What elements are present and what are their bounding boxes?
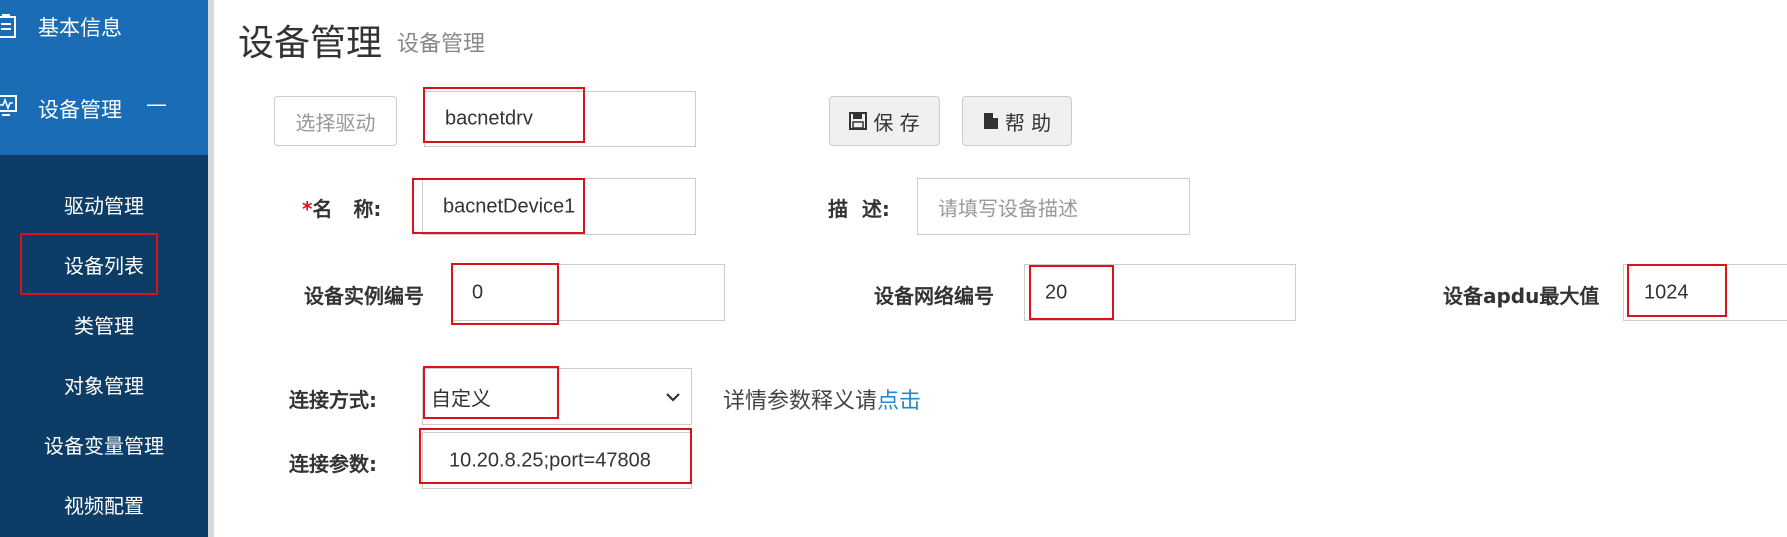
sidebar: 基本信息 设备管理 — 驱动管理 设备列表 类管理 对象管理 设备变量管理 视频…	[0, 0, 208, 537]
driver-input[interactable]: bacnetdrv	[424, 91, 696, 147]
sidebar-item-label: 驱动管理	[64, 194, 144, 218]
driver-value: bacnetdrv	[445, 107, 533, 130]
monitor-icon	[0, 95, 17, 116]
sidebar-item-label: 设备变量管理	[44, 434, 164, 458]
name-label-text: 名 称:	[312, 197, 382, 221]
sidebar-item-basic-info[interactable]: 基本信息	[0, 6, 208, 46]
help-button[interactable]: 帮 助	[962, 96, 1072, 146]
clipboard-icon	[0, 14, 16, 38]
description-input[interactable]: 请填写设备描述	[917, 178, 1190, 235]
instance-number-label: 设备实例编号	[304, 284, 424, 308]
name-label: *名 称:	[302, 193, 381, 222]
connection-type-label: 连接方式:	[289, 388, 377, 412]
file-icon	[983, 113, 998, 129]
sidebar-item-variable-management[interactable]: 设备变量管理	[0, 430, 208, 459]
save-button[interactable]: 保 存	[829, 96, 940, 146]
required-marker: *	[302, 197, 313, 221]
select-driver-button[interactable]: 选择驱动	[274, 96, 397, 146]
description-placeholder: 请填写设备描述	[938, 198, 1078, 220]
network-number-value: 20	[1045, 281, 1068, 303]
sidebar-item-device-management[interactable]: 设备管理 —	[0, 84, 208, 128]
connection-type-select[interactable]: 自定义	[422, 368, 692, 425]
apdu-max-label: 设备apdu最大值	[1443, 284, 1600, 308]
save-label: 保 存	[873, 110, 920, 135]
sidebar-item-device-list[interactable]: 设备列表	[0, 250, 208, 279]
detail-link[interactable]: 点击	[877, 389, 921, 414]
page-subtitle: 设备管理	[397, 32, 486, 57]
connection-type-value: 自定义	[431, 388, 491, 410]
sidebar-item-driver-management[interactable]: 驱动管理	[0, 190, 208, 219]
apdu-max-value: 1024	[1644, 281, 1689, 303]
detail-hint: 详情参数释义请点击	[723, 383, 921, 415]
connection-param-input[interactable]: 10.20.8.25;port=47808	[422, 432, 692, 489]
sidebar-item-class-management[interactable]: 类管理	[0, 310, 208, 339]
description-label: 描 述:	[828, 197, 890, 221]
instance-number-input[interactable]: 0	[451, 264, 725, 321]
apdu-max-input[interactable]: 1024	[1623, 264, 1787, 321]
sidebar-item-label: 设备列表	[64, 254, 144, 278]
sidebar-item-label: 基本信息	[38, 16, 122, 40]
save-icon	[849, 112, 868, 130]
sidebar-item-label: 视频配置	[64, 494, 144, 518]
sidebar-item-label: 类管理	[74, 314, 134, 338]
detail-hint-text: 详情参数释义请	[723, 389, 878, 414]
connection-param-value: 10.20.8.25;port=47808	[449, 449, 651, 471]
select-driver-label: 选择驱动	[295, 110, 376, 135]
chevron-down-icon	[666, 393, 680, 402]
network-number-input[interactable]: 20	[1024, 264, 1296, 321]
collapse-icon[interactable]: —	[146, 92, 167, 116]
main-content: 设备管理 设备管理 选择驱动 bacnetdrv 保 存 帮 助 *名 称: b…	[214, 0, 1787, 537]
instance-number-value: 0	[472, 281, 484, 303]
network-number-label: 设备网络编号	[874, 284, 994, 308]
name-value: bacnetDevice1	[443, 195, 576, 217]
sidebar-item-label: 对象管理	[64, 374, 144, 398]
sidebar-item-video-config[interactable]: 视频配置	[0, 490, 208, 519]
sidebar-item-object-management[interactable]: 对象管理	[0, 370, 208, 399]
sidebar-item-label: 设备管理	[38, 98, 122, 122]
name-input[interactable]: bacnetDevice1	[422, 178, 696, 235]
connection-param-label: 连接参数:	[289, 452, 377, 476]
help-label: 帮 助	[1004, 110, 1052, 135]
page-title: 设备管理	[238, 23, 383, 64]
